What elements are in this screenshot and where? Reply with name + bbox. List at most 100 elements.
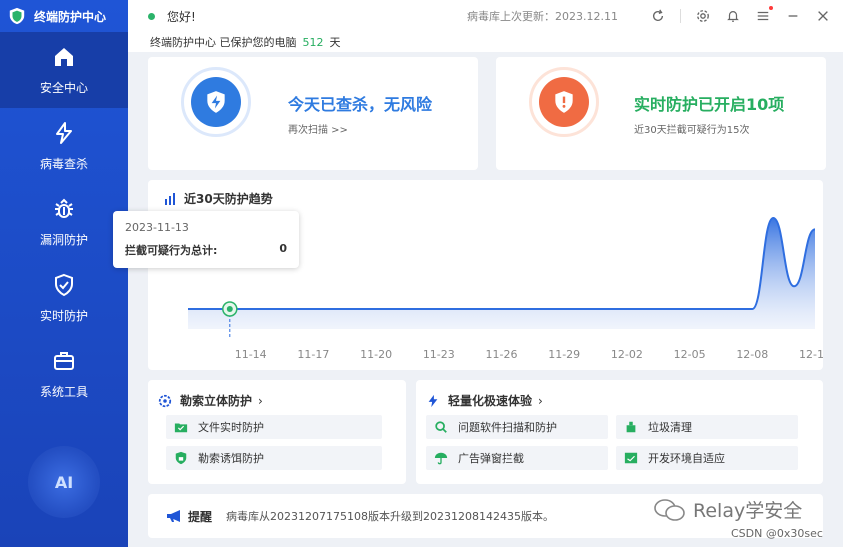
x-tick-label: 11-23 [423,348,455,361]
data-point-11-20[interactable] [375,308,377,310]
watermark-csdn: CSDN @0x30sec [731,527,823,540]
ai-label: AI [54,472,74,492]
data-point-11-21[interactable] [396,308,398,310]
ai-assistant-button[interactable]: AI [28,446,100,518]
chevron-right-icon: › [538,393,543,408]
close-icon[interactable] [815,8,831,24]
data-point-11-16[interactable] [292,308,294,310]
data-point-11-24[interactable] [459,308,461,310]
data-point-11-30[interactable] [584,308,586,310]
sidebar-item-label: 漏洞防护 [39,232,88,247]
data-point-11-18[interactable] [333,308,335,310]
ransom-protect-card: 勒索立体防护 › 文件实时防护 勒索诱饵防护 [148,380,406,484]
title-bar: 您好! 病毒库上次更新：2023.12.11 [128,0,843,32]
rescan-link[interactable]: 再次扫描 >> [288,121,432,136]
notification-bell-icon[interactable] [725,8,741,24]
protect-suffix: 天 [329,36,341,49]
data-point-12-10[interactable] [793,285,795,287]
data-point-11-22[interactable] [417,308,419,310]
sidebar-item-virus-scan[interactable]: 病毒查杀 [0,108,128,184]
realtime-status-card: 实时防护已开启10项 近30天拦截可疑行为15次 [496,57,826,170]
sidebar-item-realtime[interactable]: 实时防护 [0,260,128,336]
data-point-12-11[interactable] [814,228,816,230]
highlight-point-core [226,306,233,312]
data-point-11-23[interactable] [438,308,440,310]
folder-check-icon [174,423,188,433]
chevron-right-icon: › [258,393,263,408]
light-title[interactable]: 轻量化极速体验 › [426,392,543,409]
data-point-12-07[interactable] [730,308,732,310]
sidebar-item-vuln-protect[interactable]: 漏洞防护 [0,184,128,260]
data-point-11-27[interactable] [521,308,523,310]
refresh-icon[interactable] [650,8,666,24]
protection-summary: 终端防护中心 已保护您的电脑 512 天 [128,32,843,52]
scan-shield-icon [191,77,241,127]
data-point-12-06[interactable] [710,308,712,310]
umbrella-icon [434,452,448,465]
sidebar-item-tools[interactable]: 系统工具 [0,336,128,412]
x-tick-label: 11-26 [486,348,518,361]
settings-gear-icon[interactable] [695,8,711,24]
home-icon [55,47,73,66]
data-point-12-08[interactable] [751,308,753,310]
data-point-11-25[interactable] [480,308,482,310]
data-point-11-19[interactable] [354,308,356,310]
ransom-title[interactable]: 勒索立体防护 › [158,392,263,409]
feature-dev-env[interactable]: 开发环境自适应 [616,446,798,470]
data-point-11-26[interactable] [501,308,503,310]
protect-prefix: 终端防护中心 已保护您的电脑 [150,36,297,49]
feature-junk-clean[interactable]: 垃圾清理 [616,415,798,439]
tooltip-date: 2023-11-13 [125,221,189,234]
data-point-11-12[interactable] [208,308,210,310]
notice-text: 病毒库从20231207175108版本升级到20231208142435版本。 [226,510,554,523]
megaphone-icon [167,510,180,522]
chart-tooltip: 2023-11-13 拦截可疑行为总计: 0 [113,211,299,268]
shield-check-icon [55,273,73,296]
window-check-icon [624,452,638,464]
data-point-12-02[interactable] [626,308,628,310]
feature-file-realtime[interactable]: 文件实时防护 [166,415,382,439]
minimize-icon[interactable] [785,8,801,24]
db-update-time: 病毒库上次更新：2023.12.11 [467,10,618,23]
feature-popup-block[interactable]: 广告弹窗拦截 [426,446,608,470]
data-point-11-28[interactable] [542,308,544,310]
menu-icon[interactable] [755,6,773,24]
x-tick-label: 11-20 [360,348,392,361]
data-point-12-01[interactable] [605,308,607,310]
sidebar-item-label: 安全中心 [39,80,88,95]
main-panel: 您好! 病毒库上次更新：2023.12.11 终端防护中心 已保护您的电脑 51… [113,0,843,547]
data-point-12-04[interactable] [668,308,670,310]
data-point-12-03[interactable] [647,308,649,310]
toolbox-icon [54,351,74,370]
app-brand: 终端防护中心 [0,0,128,32]
x-tick-label: 12-08 [736,348,768,361]
sidebar: 终端防护中心 安全中心 病毒查杀 漏洞防护 实时防护 系统工具 AI [0,0,128,547]
x-tick-label: 11-17 [297,348,329,361]
toolbar-divider [680,9,681,23]
feature-bait-protect[interactable]: 勒索诱饵防护 [166,446,382,470]
lock-shield-icon [175,451,187,465]
online-status-dot [148,12,155,20]
data-point-11-29[interactable] [563,308,565,310]
tooltip-value: 0 [279,242,287,255]
data-point-11-17[interactable] [312,308,314,310]
lightning-icon [56,121,72,144]
sidebar-item-label: 系统工具 [39,384,88,399]
bug-icon [55,198,73,218]
greeting: 您好! [167,9,196,24]
data-point-12-09[interactable] [772,217,774,219]
broom-icon [626,421,636,433]
trend-chart-card: 近30天防护趋势 11-14 11-17 11-20 11-23 11-26 11-29 1… [113,180,823,370]
trend-chart[interactable]: 11-14 11-17 11-20 11-23 11-26 11-29 12-02 12-05… [148,180,823,370]
scan-status-title: 今天已查杀，无风险 [288,95,433,114]
app-title: 终端防护中心 [34,9,107,24]
sidebar-item-security-center[interactable]: 安全中心 [0,32,128,108]
data-point-11-11[interactable] [187,308,189,310]
data-point-11-14[interactable] [250,308,252,310]
data-point-11-15[interactable] [271,308,273,310]
data-point-12-05[interactable] [689,308,691,310]
scan-status-card: 今天已查杀，无风险 再次扫描 >> [148,57,478,170]
feature-software-scan[interactable]: 问题软件扫描和防护 [426,415,608,439]
x-tick-label: 12-05 [674,348,706,361]
wechat-icon [654,498,685,521]
